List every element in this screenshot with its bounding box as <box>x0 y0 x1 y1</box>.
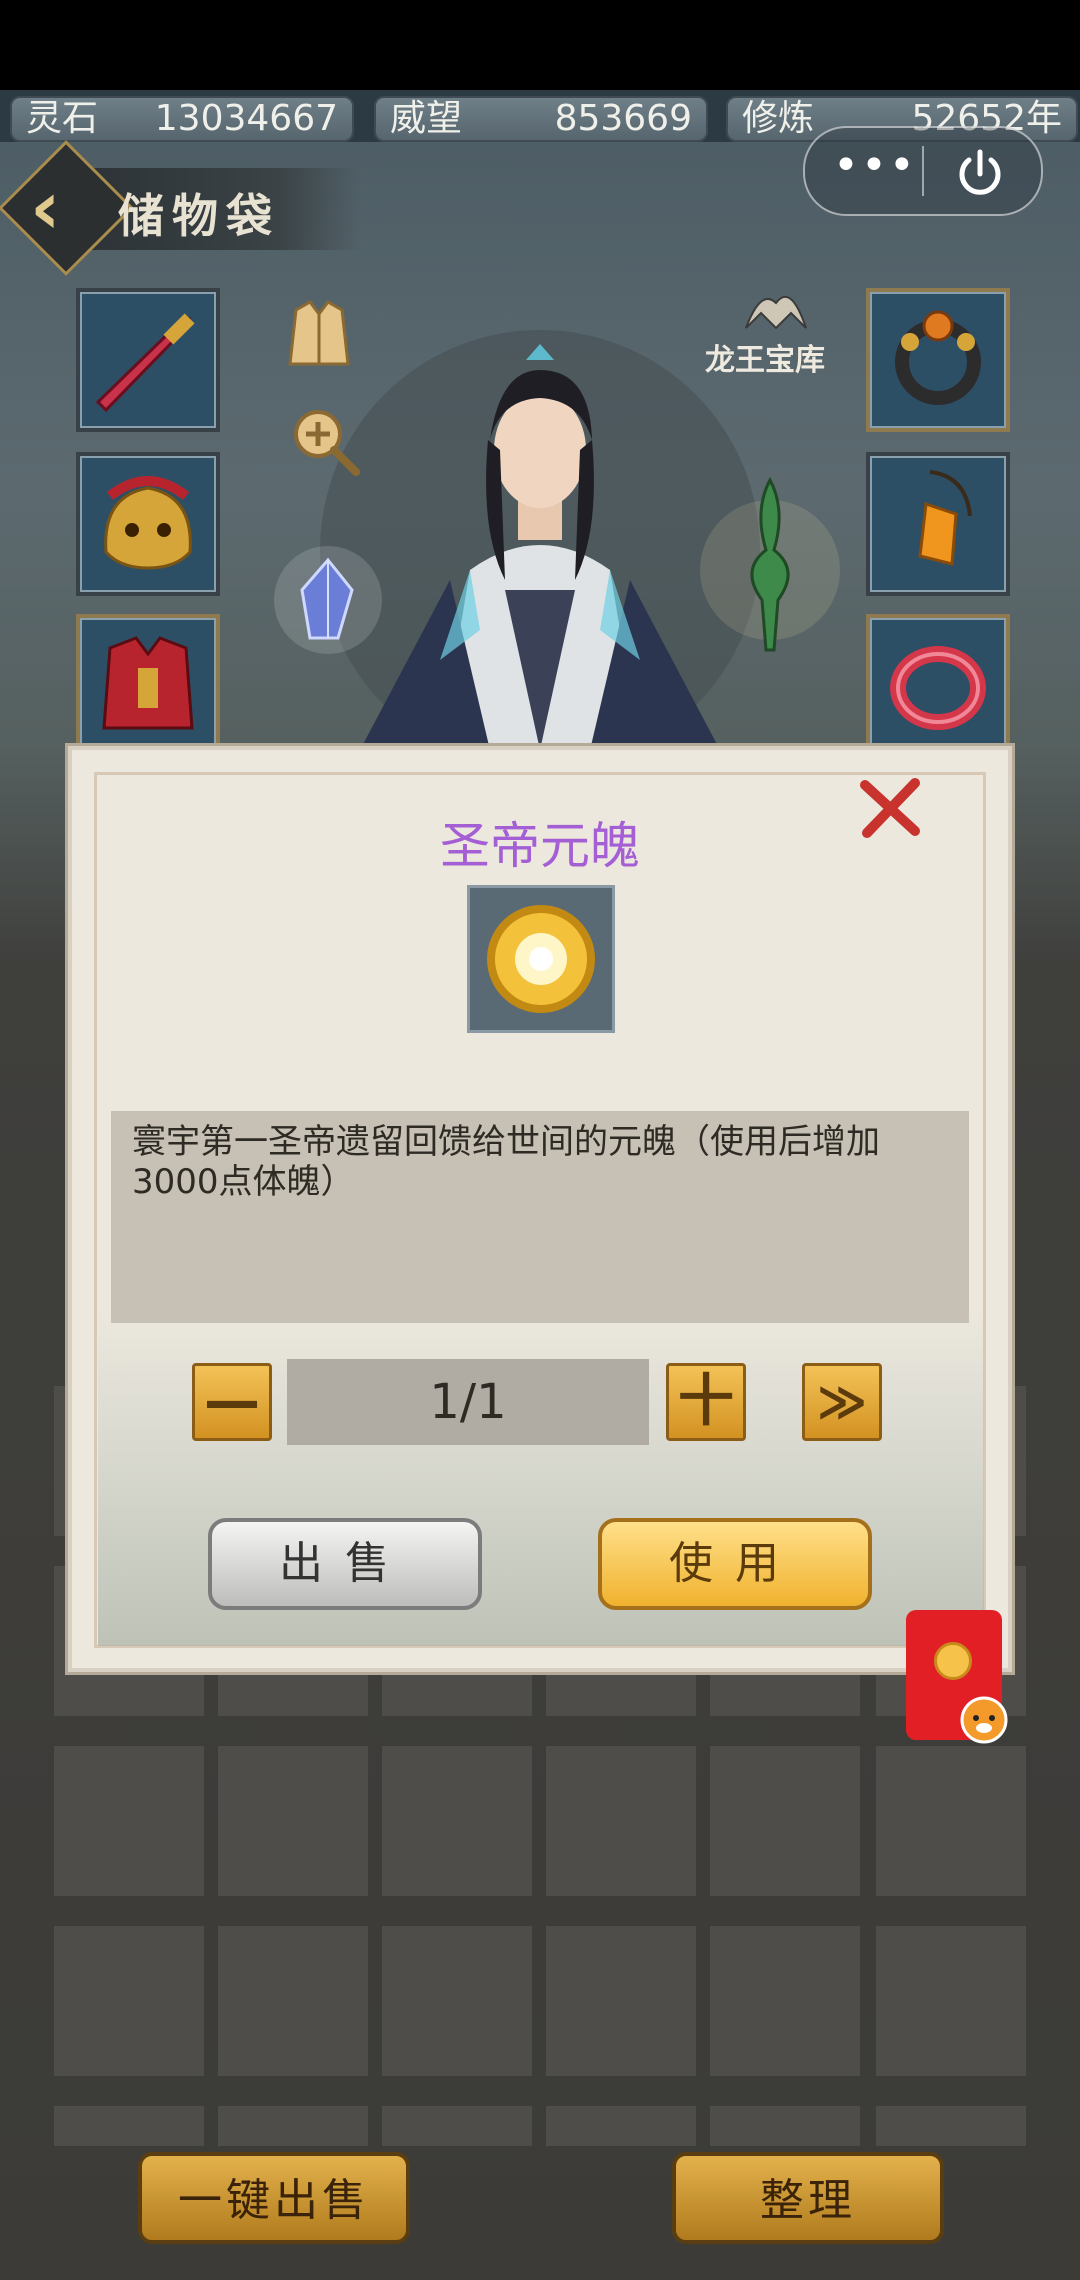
item-name: 圣帝元魄 <box>440 817 640 875</box>
costume-icon[interactable] <box>276 292 362 378</box>
prestige-label: 威望 <box>390 98 463 139</box>
cultivation-label: 修炼 <box>742 98 815 139</box>
inventory-slot[interactable] <box>546 1926 696 2076</box>
sell-button[interactable]: 出售 <box>208 1518 482 1610</box>
inventory-slot[interactable] <box>218 1746 368 1896</box>
max-button[interactable]: ≫ <box>802 1363 882 1441</box>
sword-icon <box>95 313 195 413</box>
red-packet-button[interactable] <box>906 1610 1008 1744</box>
inventory-slot[interactable] <box>546 2106 696 2146</box>
decrease-button[interactable]: — <box>192 1363 272 1441</box>
more-menu-button[interactable]: ••• <box>833 144 915 194</box>
spirit-stone-counter: 灵石 13034667 <box>10 96 354 142</box>
inventory-slot[interactable] <box>546 1746 696 1896</box>
sell-all-button[interactable]: 一键出售 <box>138 2152 410 2244</box>
chevron-left-icon: ‹ <box>30 165 61 251</box>
coin-icon <box>934 1642 972 1680</box>
equip-slot-bracelet[interactable] <box>866 614 1010 758</box>
inventory-slot[interactable] <box>382 2106 532 2146</box>
spirit-stone-value: 13034667 <box>154 98 338 139</box>
capsule-divider <box>922 146 924 196</box>
dragon-icon <box>745 296 807 330</box>
inventory-slot[interactable] <box>710 1746 860 1896</box>
inventory-slot[interactable] <box>876 1926 1026 2076</box>
status-bar <box>0 0 1080 90</box>
inventory-slot[interactable] <box>382 1746 532 1896</box>
equip-slot-helmet[interactable] <box>76 452 220 596</box>
magnify-icon[interactable] <box>288 404 362 478</box>
bracelet-icon <box>890 646 986 730</box>
inventory-slot[interactable] <box>218 1926 368 2076</box>
helmet-icon <box>104 476 192 570</box>
jade-pendant-icon[interactable] <box>690 470 850 670</box>
armor-icon <box>102 636 194 730</box>
page-title: 储物袋 <box>118 189 280 243</box>
ring-icon <box>895 310 981 405</box>
tiger-mascot-icon <box>960 1696 1008 1744</box>
miniprogram-capsule: ••• <box>803 126 1043 216</box>
amulet-icon <box>918 470 972 566</box>
inventory-slot[interactable] <box>876 2106 1026 2146</box>
spirit-stone-label: 灵石 <box>26 98 99 139</box>
use-button[interactable]: 使用 <box>598 1518 872 1610</box>
quantity-display: 1/1 <box>287 1359 649 1445</box>
equip-slot-ring[interactable] <box>866 288 1010 432</box>
inventory-slot[interactable] <box>876 1746 1026 1896</box>
inventory-slot[interactable] <box>54 1926 204 2076</box>
golden-orb-icon <box>487 905 595 1013</box>
prestige-counter: 威望 853669 <box>374 96 708 142</box>
inventory-slot[interactable] <box>710 2106 860 2146</box>
equip-slot-armor[interactable] <box>76 614 220 758</box>
inventory-slot[interactable] <box>54 1746 204 1896</box>
inventory-slot[interactable] <box>54 2106 204 2146</box>
inventory-slot[interactable] <box>218 2106 368 2146</box>
dragon-king-treasury-button[interactable]: 龙王宝库 <box>705 283 845 383</box>
equip-slot-weapon[interactable] <box>76 288 220 432</box>
organize-button[interactable]: 整理 <box>672 2152 944 2244</box>
spirit-crystal-icon[interactable] <box>268 540 388 660</box>
inventory-slot[interactable] <box>710 1926 860 2076</box>
treasury-label: 龙王宝库 <box>705 343 825 378</box>
power-icon[interactable] <box>953 146 1007 200</box>
increase-button[interactable]: 十 <box>666 1363 746 1441</box>
equip-slot-amulet[interactable] <box>866 452 1010 596</box>
inventory-slot[interactable] <box>382 1926 532 2076</box>
prestige-value: 853669 <box>554 98 692 139</box>
item-icon-frame <box>467 885 615 1033</box>
item-description: 寰宇第一圣帝遗留回馈给世间的元魄（使用后增加3000点体魄） <box>132 1122 880 1202</box>
